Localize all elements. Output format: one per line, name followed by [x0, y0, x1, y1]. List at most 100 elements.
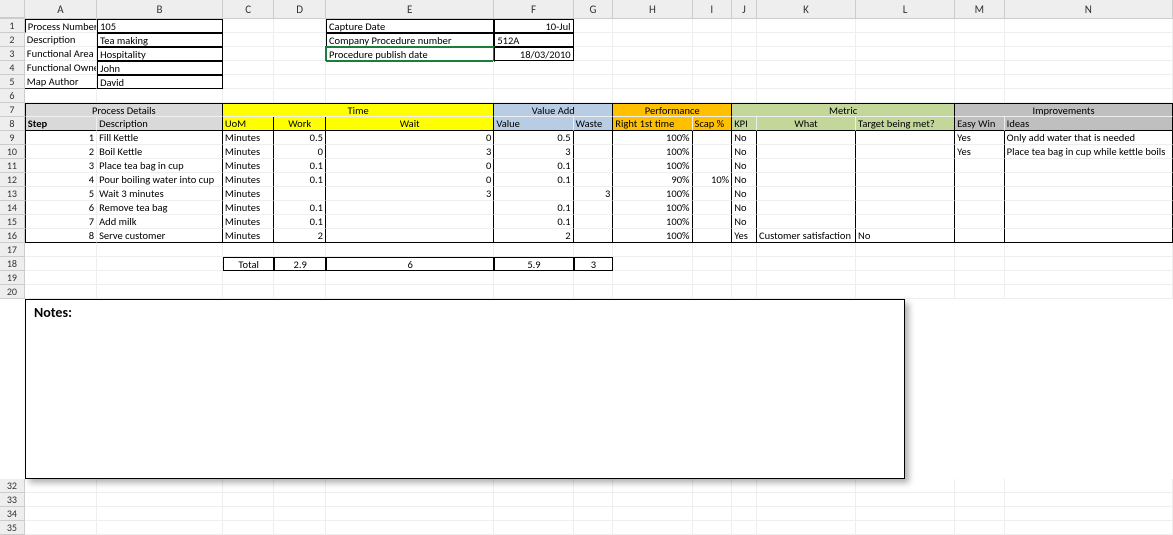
- cell[interactable]: [856, 33, 955, 47]
- row-13[interactable]: 13: [0, 187, 25, 201]
- cell[interactable]: [757, 75, 856, 89]
- cell[interactable]: [274, 61, 326, 75]
- sub-header[interactable]: KPI: [732, 117, 757, 131]
- cell[interactable]: [574, 75, 614, 89]
- table-cell[interactable]: [1005, 187, 1173, 201]
- table-cell[interactable]: No: [732, 173, 757, 187]
- cell[interactable]: [757, 507, 856, 521]
- cell[interactable]: [732, 61, 757, 75]
- cell[interactable]: [274, 507, 326, 521]
- cell[interactable]: [223, 271, 275, 285]
- cell[interactable]: [25, 285, 97, 299]
- cell[interactable]: [25, 271, 97, 285]
- cell[interactable]: [693, 61, 733, 75]
- sub-header[interactable]: Target being met?: [856, 117, 955, 131]
- sub-header[interactable]: Easy Win: [955, 117, 1005, 131]
- cell[interactable]: [613, 493, 692, 507]
- cell[interactable]: [732, 243, 757, 257]
- table-cell[interactable]: [757, 145, 856, 159]
- cell[interactable]: [574, 493, 614, 507]
- table-cell[interactable]: No: [856, 229, 955, 243]
- cell[interactable]: [1005, 507, 1173, 521]
- cell[interactable]: [326, 521, 494, 535]
- cell[interactable]: [955, 285, 1005, 299]
- col-M[interactable]: M: [955, 0, 1005, 18]
- table-cell[interactable]: [693, 201, 733, 215]
- cell[interactable]: [955, 507, 1005, 521]
- cell[interactable]: [955, 75, 1005, 89]
- table-cell[interactable]: [757, 131, 856, 145]
- table-cell[interactable]: 3: [25, 159, 97, 173]
- cell[interactable]: [494, 75, 573, 89]
- cell[interactable]: [223, 507, 275, 521]
- table-cell[interactable]: [856, 159, 955, 173]
- cell[interactable]: [732, 479, 757, 493]
- row-4[interactable]: 4: [0, 61, 25, 75]
- cell[interactable]: [1005, 33, 1173, 47]
- table-cell[interactable]: 100%: [613, 131, 692, 145]
- table-cell[interactable]: [1005, 201, 1173, 215]
- total-work[interactable]: 2.9: [274, 257, 326, 271]
- cell[interactable]: [1005, 257, 1173, 271]
- cell[interactable]: [223, 89, 275, 103]
- cell[interactable]: [955, 89, 1005, 103]
- col-B[interactable]: B: [97, 0, 223, 18]
- table-cell[interactable]: 100%: [613, 201, 692, 215]
- table-cell[interactable]: [757, 159, 856, 173]
- table-cell[interactable]: Customer satisfaction: [757, 229, 856, 243]
- meta-cell[interactable]: Capture Date: [326, 19, 494, 33]
- cell[interactable]: [693, 89, 733, 103]
- table-cell[interactable]: Remove tea bag: [97, 201, 223, 215]
- cell[interactable]: [274, 285, 326, 299]
- cell[interactable]: [274, 479, 326, 493]
- cell[interactable]: [574, 47, 614, 61]
- table-cell[interactable]: Add milk: [97, 215, 223, 229]
- cell[interactable]: [757, 47, 856, 61]
- group-header[interactable]: Process Details: [25, 103, 223, 117]
- meta-cell[interactable]: 512A: [494, 33, 573, 47]
- table-cell[interactable]: [955, 187, 1005, 201]
- cell[interactable]: [757, 33, 856, 47]
- cell[interactable]: [856, 89, 955, 103]
- cell[interactable]: [494, 89, 573, 103]
- table-cell[interactable]: [574, 229, 614, 243]
- cell[interactable]: [223, 521, 275, 535]
- cell[interactable]: [693, 33, 733, 47]
- row-16[interactable]: 16: [0, 229, 25, 243]
- cell[interactable]: [955, 479, 1005, 493]
- table-cell[interactable]: [757, 201, 856, 215]
- table-cell[interactable]: [856, 187, 955, 201]
- cell[interactable]: [955, 61, 1005, 75]
- table-cell[interactable]: Wait 3 minutes: [97, 187, 223, 201]
- cell[interactable]: [97, 257, 223, 271]
- col-G[interactable]: G: [574, 0, 614, 18]
- table-cell[interactable]: Minutes: [223, 201, 275, 215]
- table-cell[interactable]: [693, 131, 733, 145]
- cell[interactable]: [613, 243, 692, 257]
- cell[interactable]: [274, 33, 326, 47]
- col-N[interactable]: N: [1005, 0, 1173, 18]
- table-cell[interactable]: 90%: [613, 173, 692, 187]
- total-label[interactable]: Total: [223, 257, 275, 271]
- table-cell[interactable]: 0.5: [274, 131, 326, 145]
- table-cell[interactable]: [955, 229, 1005, 243]
- cell[interactable]: [693, 493, 733, 507]
- cell[interactable]: [223, 33, 275, 47]
- group-header[interactable]: Value Add: [494, 103, 613, 117]
- table-cell[interactable]: [856, 131, 955, 145]
- cell[interactable]: [223, 61, 275, 75]
- table-cell[interactable]: [1005, 173, 1173, 187]
- cell[interactable]: [757, 521, 856, 535]
- meta-cell[interactable]: Functional Owner: [25, 61, 97, 75]
- row-19[interactable]: 19: [0, 271, 25, 285]
- col-A[interactable]: A: [25, 0, 97, 18]
- cell[interactable]: [274, 19, 326, 33]
- table-cell[interactable]: Minutes: [223, 215, 275, 229]
- row-34[interactable]: 34: [0, 507, 25, 521]
- cell[interactable]: [274, 243, 326, 257]
- cell[interactable]: [732, 507, 757, 521]
- table-cell[interactable]: Boil Kettle: [97, 145, 223, 159]
- col-F[interactable]: F: [494, 0, 573, 18]
- cell[interactable]: [1005, 19, 1173, 33]
- meta-cell[interactable]: Hospitality: [97, 47, 223, 61]
